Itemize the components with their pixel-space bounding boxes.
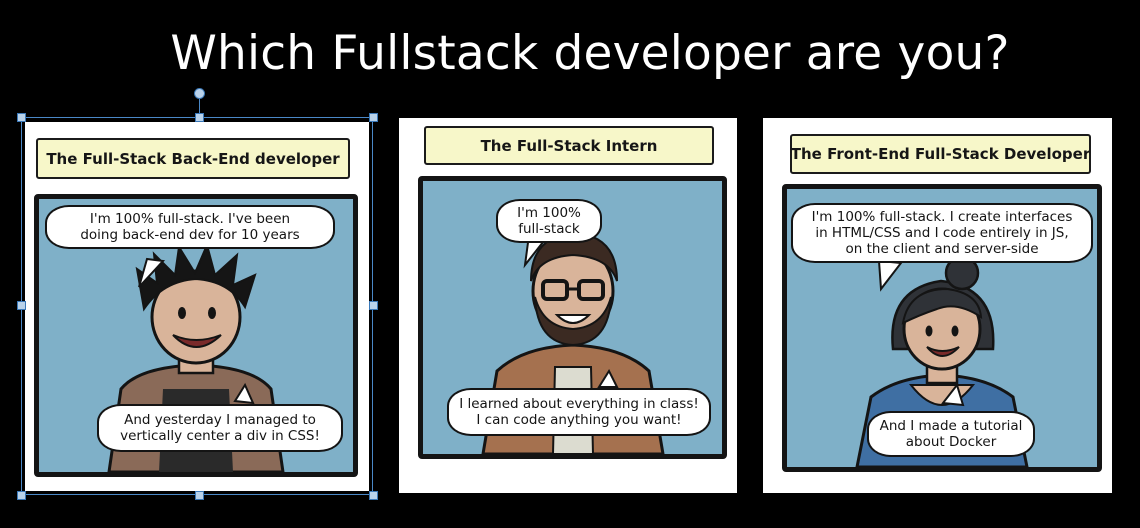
comic-panel-intern[interactable]: The Full-Stack Intern I'm 100% full-stack xyxy=(399,118,737,493)
speech-bubble-frontend-top: I'm 100% full-stack. I create interfaces… xyxy=(791,203,1093,263)
resize-handle-right[interactable] xyxy=(369,301,378,310)
panel-title-frontend: The Front-End Full-Stack Developer xyxy=(790,134,1091,174)
resize-handle-bottom-left[interactable] xyxy=(17,491,26,500)
slide-title: Which Fullstack developer are you? xyxy=(170,26,1010,81)
speech-bubble-intern-top: I'm 100% full-stack xyxy=(496,199,602,243)
rotation-handle-icon[interactable] xyxy=(194,88,205,99)
resize-handle-top[interactable] xyxy=(195,113,204,122)
resize-handle-top-left[interactable] xyxy=(17,113,26,122)
panel-title-backend: The Full-Stack Back-End developer xyxy=(36,138,350,179)
speech-bubble-backend-bottom: And yesterday I managed to vertically cen… xyxy=(97,404,343,452)
resize-handle-bottom[interactable] xyxy=(195,491,204,500)
comic-frame-intern: I'm 100% full-stack I learned about every… xyxy=(418,176,727,459)
comic-panel-frontend[interactable]: The Front-End Full-Stack Developer I'm 1… xyxy=(763,118,1112,493)
comic-panel-backend[interactable]: The Full-Stack Back-End developer I'm 10… xyxy=(25,122,369,491)
comic-frame-backend: I'm 100% full-stack. I've been doing back… xyxy=(34,194,358,477)
resize-handle-bottom-right[interactable] xyxy=(369,491,378,500)
resize-handle-left[interactable] xyxy=(17,301,26,310)
panel-title-intern: The Full-Stack Intern xyxy=(424,126,714,165)
comic-frame-frontend: I'm 100% full-stack. I create interfaces… xyxy=(782,184,1102,472)
speech-bubble-frontend-bottom: And I made a tutorial about Docker xyxy=(867,411,1035,457)
speech-bubble-backend-top: I'm 100% full-stack. I've been doing back… xyxy=(45,205,335,249)
resize-handle-top-right[interactable] xyxy=(369,113,378,122)
speech-bubble-intern-bottom: I learned about everything in class! I ca… xyxy=(447,388,711,436)
